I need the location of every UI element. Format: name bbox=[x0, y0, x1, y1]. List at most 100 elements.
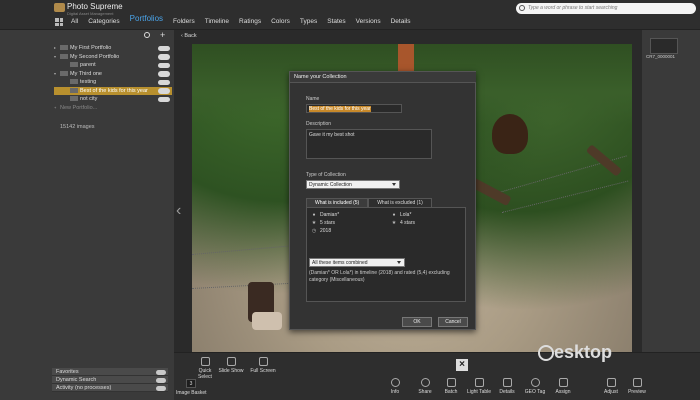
description-field[interactable]: Gave it my best shot bbox=[306, 129, 432, 159]
nav-categories[interactable]: Categories bbox=[83, 17, 124, 26]
tab-included[interactable]: What is included (5) bbox=[306, 198, 369, 207]
toggle-pill[interactable] bbox=[158, 71, 170, 77]
watermark-circle-icon bbox=[538, 345, 554, 362]
new-portfolio-item[interactable]: + New Portfolio... bbox=[54, 104, 172, 113]
image-count: 15142 images bbox=[60, 124, 95, 130]
folder-thumb-icon bbox=[70, 87, 78, 93]
batch-button[interactable]: Batch bbox=[438, 378, 464, 395]
assign-icon bbox=[558, 378, 568, 387]
info-icon bbox=[390, 378, 400, 387]
ok-button[interactable]: OK bbox=[402, 317, 432, 327]
search-placeholder: Type a word or phrase to start searching bbox=[528, 5, 618, 11]
name-label: Name bbox=[306, 96, 320, 102]
quick-select-button[interactable]: Quick Select bbox=[192, 357, 218, 380]
slideshow-icon bbox=[226, 357, 236, 366]
nav-types[interactable]: Types bbox=[295, 17, 322, 26]
tree-item-selected[interactable]: Best of the kids for this year bbox=[54, 86, 172, 95]
nav-timeline[interactable]: Timeline bbox=[200, 17, 234, 26]
share-icon bbox=[420, 378, 430, 387]
grid-icon[interactable] bbox=[55, 18, 63, 26]
section-activity[interactable]: Activity (no processes) bbox=[52, 384, 168, 392]
panel-toolbar: + bbox=[52, 30, 174, 41]
toggle-pill[interactable] bbox=[158, 62, 170, 68]
basket-count: 3 bbox=[186, 379, 196, 388]
portfolio-tree: ▸ My First Portfolio ▾ My Second Portfolio… bbox=[54, 44, 172, 112]
light-table-icon bbox=[474, 378, 484, 387]
section-dynamic-search[interactable]: Dynamic Search bbox=[52, 376, 168, 384]
criterion-item[interactable]: ◷ 2018 bbox=[311, 228, 331, 234]
assign-button[interactable]: Assign bbox=[550, 378, 576, 395]
back-button[interactable]: ‹ Back bbox=[179, 32, 209, 41]
folder-thumb-icon bbox=[60, 45, 68, 51]
folder-thumb-icon bbox=[60, 70, 68, 76]
tree-item[interactable]: ▸ My First Portfolio bbox=[54, 44, 172, 53]
adjust-button[interactable]: Adjust bbox=[598, 378, 624, 395]
tree-item[interactable]: ▾ My Third one bbox=[54, 70, 172, 79]
name-field[interactable]: Best of the kids for this year bbox=[306, 104, 402, 113]
section-favorites[interactable]: Favorites bbox=[52, 368, 168, 376]
combine-mode-select[interactable]: All these items combined bbox=[309, 258, 405, 267]
query-summary: (Damian* OR Lola*) in timeline (2018) an… bbox=[309, 270, 450, 283]
nav-all[interactable]: All bbox=[66, 17, 83, 26]
cancel-button[interactable]: Cancel bbox=[438, 317, 468, 327]
tree-item[interactable]: ▾ My Second Portfolio bbox=[54, 53, 172, 62]
tab-excluded[interactable]: What is excluded (1) bbox=[368, 198, 432, 207]
person-icon: ● bbox=[312, 212, 316, 218]
criterion-item[interactable]: ★ 4 stars bbox=[391, 220, 415, 226]
tree-item[interactable]: not city bbox=[54, 95, 172, 104]
fullscreen-icon bbox=[258, 357, 268, 366]
search-icon bbox=[519, 5, 525, 11]
light-table-button[interactable]: Light Table bbox=[466, 378, 492, 395]
thumbnail[interactable] bbox=[650, 38, 678, 54]
toggle-pill[interactable] bbox=[158, 54, 170, 60]
star-icon: ★ bbox=[391, 220, 397, 226]
bottom-toolbar: Quick Select Slide Show Full Screen × 3 … bbox=[174, 352, 700, 400]
collection-type-select[interactable]: Dynamic Collection bbox=[306, 180, 400, 189]
toggle-pill[interactable] bbox=[158, 79, 170, 85]
slide-show-button[interactable]: Slide Show bbox=[218, 357, 244, 374]
folder-thumb-icon bbox=[70, 62, 78, 68]
toggle-pill[interactable] bbox=[158, 45, 170, 51]
filmstrip: CR7_0000001 bbox=[642, 30, 700, 352]
folder-thumb-icon bbox=[70, 79, 78, 85]
portfolio-panel: + ▸ My First Portfolio ▾ My Second Portfol… bbox=[52, 30, 174, 368]
criterion-item[interactable]: ● Damian* bbox=[311, 212, 339, 218]
criterion-item[interactable]: ★ 5 stars bbox=[311, 220, 335, 226]
previous-arrow-icon[interactable]: ‹ bbox=[176, 202, 181, 220]
geo-tag-button[interactable]: GEO Tag bbox=[522, 378, 548, 395]
details-icon bbox=[502, 378, 512, 387]
nav-portfolios[interactable]: Portfolios bbox=[125, 13, 168, 26]
geo-tag-icon bbox=[530, 378, 540, 387]
nav-details[interactable]: Details bbox=[386, 17, 416, 26]
thumbnail-label: CR7_0000001 bbox=[646, 54, 676, 59]
top-bar: Photo Supreme Digital Asset Management A… bbox=[0, 0, 700, 30]
preview-icon bbox=[632, 378, 642, 387]
quick-select-icon bbox=[200, 357, 210, 366]
tree-item[interactable]: testing bbox=[54, 78, 172, 87]
add-icon[interactable]: + bbox=[160, 30, 165, 40]
nav-ratings[interactable]: Ratings bbox=[234, 17, 266, 26]
criterion-item[interactable]: ● Lola* bbox=[391, 212, 411, 218]
preview-button[interactable]: Preview bbox=[624, 378, 650, 395]
nav-folders[interactable]: Folders bbox=[168, 17, 200, 26]
toggle-pill[interactable] bbox=[158, 96, 170, 102]
close-icon[interactable]: × bbox=[456, 359, 468, 371]
details-button[interactable]: Details bbox=[494, 378, 520, 395]
criteria-tabs: What is included (5) What is excluded (1… bbox=[306, 198, 464, 207]
nav-colors[interactable]: Colors bbox=[266, 17, 295, 26]
person-icon: ● bbox=[392, 212, 396, 218]
type-label: Type of Collection bbox=[306, 172, 346, 178]
image-basket-label[interactable]: Image Basket bbox=[176, 390, 207, 396]
tree-item[interactable]: parent bbox=[54, 61, 172, 70]
info-button[interactable]: Info bbox=[382, 378, 408, 395]
search-icon[interactable] bbox=[144, 32, 150, 38]
nav-versions[interactable]: Versions bbox=[351, 17, 386, 26]
nav-states[interactable]: States bbox=[322, 17, 350, 26]
chevron-down-icon bbox=[397, 261, 401, 264]
app-logo bbox=[54, 3, 65, 12]
full-screen-button[interactable]: Full Screen bbox=[250, 357, 276, 374]
toggle-pill[interactable] bbox=[158, 88, 170, 94]
search-input[interactable]: Type a word or phrase to start searching bbox=[516, 3, 696, 14]
share-button[interactable]: Share bbox=[412, 378, 438, 395]
name-collection-dialog: Name your Collection Name Best of the ki… bbox=[289, 71, 476, 330]
